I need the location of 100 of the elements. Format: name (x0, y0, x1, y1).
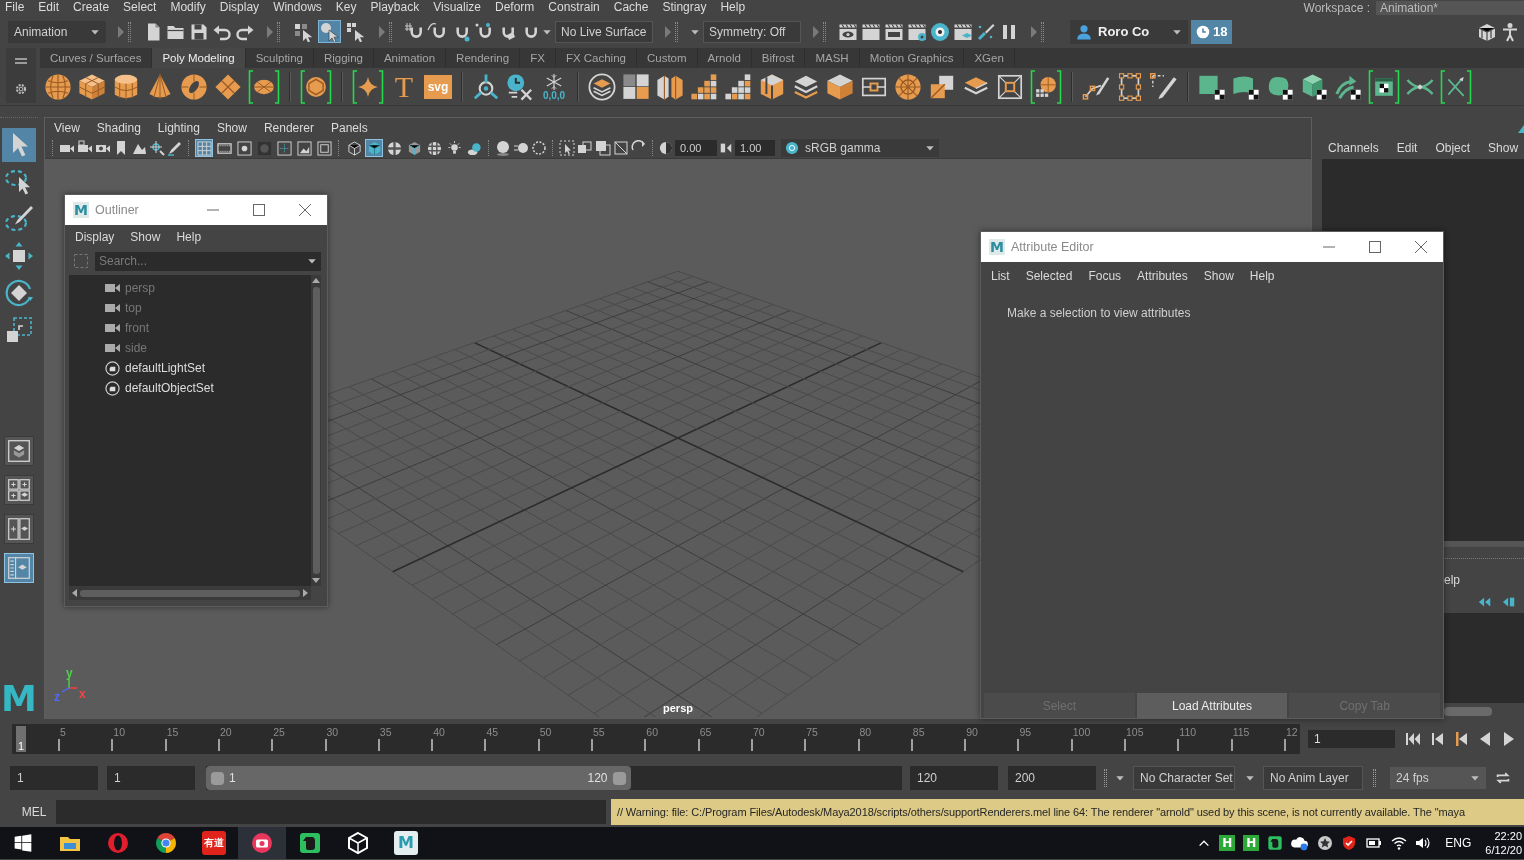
menu-item[interactable]: Display (75, 230, 115, 244)
menu-item[interactable]: Help (176, 230, 202, 244)
dashed-select-icon[interactable] (559, 140, 575, 156)
smooth-shade-toggle[interactable] (365, 139, 383, 157)
shelf-tab[interactable]: Rigging (313, 48, 374, 68)
shelf-tab[interactable]: Arnold (697, 48, 752, 68)
hexagon-icon[interactable] (300, 69, 332, 104)
menu-item[interactable]: Edit (1396, 141, 1418, 155)
grid-toggle[interactable] (195, 139, 213, 157)
target-icon[interactable] (930, 21, 950, 42)
safe-action-toggle[interactable] (295, 139, 313, 157)
overlap-squares-icon[interactable] (595, 140, 611, 156)
clapperboard-icon[interactable] (861, 21, 881, 42)
cylinder-icon[interactable] (112, 72, 140, 101)
start-time-field[interactable]: 1 (10, 766, 98, 790)
menu-item[interactable]: Shading (96, 121, 141, 135)
menu-item[interactable]: Select (123, 0, 157, 15)
end-time-field[interactable]: 200 (1008, 766, 1096, 790)
field-chart-toggle[interactable] (275, 139, 293, 157)
scrollbar[interactable] (69, 586, 311, 600)
menu-item[interactable]: File (5, 0, 25, 15)
menu-item[interactable]: Channels (1328, 141, 1379, 155)
maximize-icon[interactable] (1369, 241, 1381, 253)
scrollbar[interactable] (311, 275, 321, 586)
cube-icon[interactable] (1300, 72, 1328, 101)
menu-item[interactable]: Create (73, 0, 110, 15)
anim-layer-dropdown[interactable]: No Anim Layer (1263, 766, 1363, 790)
wheel-icon[interactable] (894, 72, 922, 101)
step-back-icon[interactable] (1429, 731, 1445, 747)
fps-dropdown[interactable]: 24 fps (1390, 767, 1486, 789)
shelf-tab[interactable]: Sculpting (245, 48, 314, 68)
notifications-button[interactable]: 18 (1191, 19, 1233, 44)
torus-icon[interactable] (180, 72, 208, 101)
disc-icon[interactable] (248, 69, 280, 104)
object-mode-button[interactable] (318, 20, 341, 43)
shelf-tab[interactable]: Poly Modeling (152, 48, 246, 68)
workspace-dropdown[interactable]: Animation* (1376, 0, 1524, 15)
menu-item[interactable]: elp (1444, 573, 1460, 587)
clock-icon[interactable] (506, 72, 534, 101)
clapperboard-gear-icon[interactable] (907, 21, 927, 42)
wireframe-toggle[interactable] (345, 139, 363, 157)
sphere-shadow-icon[interactable] (495, 140, 511, 156)
menu-item[interactable]: Cache (613, 0, 649, 15)
dotted-square-icon[interactable] (73, 253, 89, 269)
dashed-circle-icon[interactable] (531, 140, 547, 156)
shelf-tab[interactable]: FX (520, 48, 556, 68)
playback-end-field[interactable]: 120 (910, 766, 998, 790)
figure-icon[interactable] (1500, 21, 1520, 42)
freeze-button[interactable]: 0,0,0 (540, 72, 568, 101)
arrow-bar-icon[interactable] (1502, 595, 1516, 609)
menu-item[interactable]: Show (1203, 269, 1234, 283)
shelf-tab[interactable]: Motion Graphics (859, 48, 965, 68)
menu-item[interactable]: Stingray (662, 0, 707, 15)
menu-item[interactable]: Playback (370, 0, 420, 15)
taskbar-button[interactable] (238, 827, 286, 859)
current-frame-field[interactable]: 1 (1308, 730, 1395, 748)
skip-start-icon[interactable] (1405, 731, 1421, 747)
current-frame-marker[interactable]: 1 (16, 726, 26, 752)
speaker-icon[interactable] (1415, 835, 1432, 851)
motion-blur-icon[interactable] (513, 140, 529, 156)
color-space-dropdown[interactable]: sRGB gamma (781, 139, 939, 157)
window-icon[interactable] (1368, 69, 1400, 104)
menu-item[interactable]: List (991, 269, 1010, 283)
shelf-tab[interactable]: Bifrost (751, 48, 806, 68)
clapperboard-icon[interactable] (884, 21, 904, 42)
gate-mask-toggle[interactable] (255, 139, 273, 157)
grid-blocks-icon[interactable] (690, 72, 718, 101)
menu-item[interactable]: Panels (330, 121, 368, 135)
range-slider-track[interactable]: 1 120 (206, 766, 902, 790)
star-circle-icon[interactable] (1317, 835, 1334, 851)
menu-item[interactable]: Display (219, 0, 260, 15)
type-tool-button[interactable]: T (390, 71, 418, 102)
cube-icon[interactable] (78, 72, 106, 101)
character-set-dropdown[interactable]: No Character Set (1133, 766, 1235, 790)
cube-split-icon[interactable] (758, 72, 786, 101)
layout-button[interactable] (4, 436, 34, 466)
layers-circle-icon[interactable] (588, 72, 616, 101)
exposure-field[interactable]: 0.00 (675, 140, 717, 156)
settings-icon[interactable] (14, 82, 28, 97)
menu-item[interactable]: Object (1435, 141, 1471, 155)
shelf-tab[interactable]: Animation (373, 48, 447, 68)
bar-triangle-icon[interactable] (719, 141, 733, 155)
pencil-icon[interactable] (167, 140, 183, 156)
time-slider[interactable]: 1 5 10 15 20 25 30 35 40 45 50 55 60 65 70 75 80 85 90 95 100 105 110 115 12 (12, 724, 1300, 754)
grid-blocks-icon[interactable] (724, 72, 752, 101)
load-attributes-button[interactable]: Load Attributes (1136, 693, 1288, 718)
tripod-icon[interactable] (472, 72, 500, 101)
cloud-icon[interactable] (1291, 834, 1310, 852)
crossed-frame-icon[interactable] (996, 72, 1024, 101)
shield-icon[interactable] (1341, 835, 1358, 851)
squares-icon[interactable] (622, 72, 650, 101)
menu-item[interactable]: Edit (38, 0, 60, 15)
shelf-tab[interactable]: Custom (636, 48, 698, 68)
playback-start-field[interactable]: 1 (107, 766, 195, 790)
menu-item[interactable]: Renderer (263, 121, 314, 135)
close-icon[interactable] (1415, 241, 1427, 253)
user-dropdown[interactable]: Roro Co (1070, 19, 1188, 44)
menu-item[interactable]: Selected (1025, 269, 1073, 283)
menu-item[interactable]: Windows (273, 0, 322, 15)
range-bar[interactable]: 1 120 (206, 766, 631, 790)
